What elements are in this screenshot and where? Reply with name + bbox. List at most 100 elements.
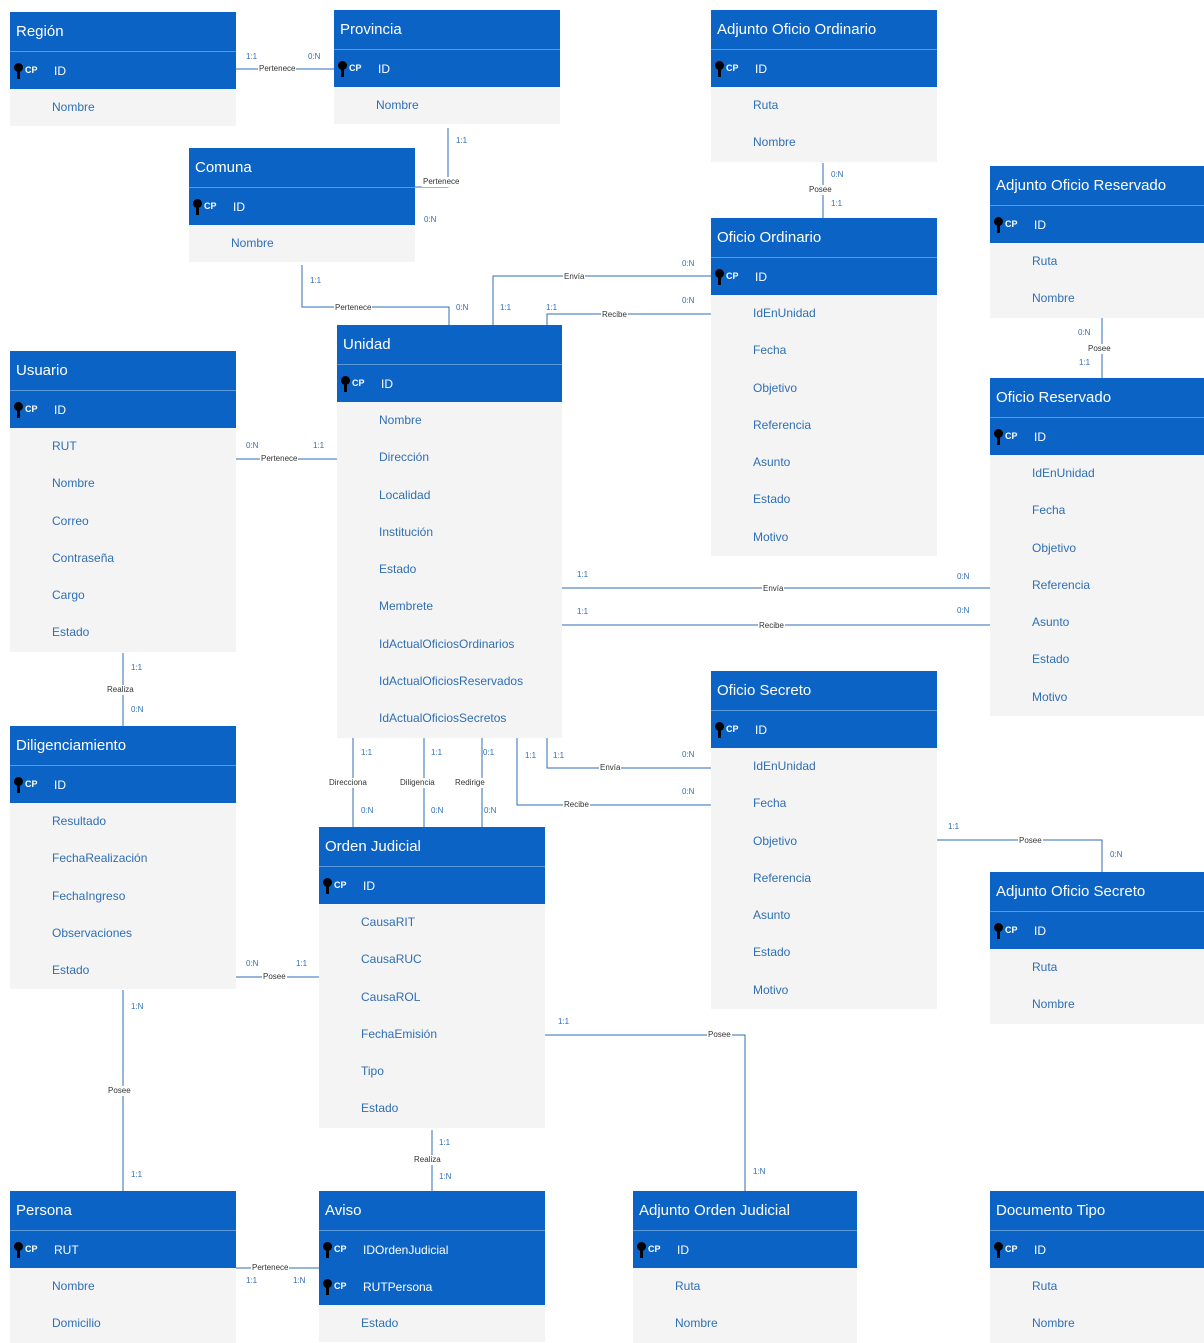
cardinality: 1:1 <box>296 959 308 968</box>
key-icon: CP <box>14 776 40 793</box>
relationship-label: Direcciona <box>328 778 368 788</box>
entity-persona[interactable]: Persona CP RUT Nombre Domicilio <box>10 1191 236 1343</box>
cardinality: 1:1 <box>831 199 843 208</box>
primary-key-row: CP ID <box>990 912 1204 949</box>
relationship-line <box>545 1034 746 1191</box>
primary-key-name: ID <box>363 878 375 893</box>
entity-title: Comuna <box>189 148 415 188</box>
cardinality: 1:1 <box>577 607 589 616</box>
cardinality: 0:N <box>682 787 695 796</box>
cardinality: 0:N <box>424 215 437 224</box>
cardinality: 1:1 <box>1079 358 1091 367</box>
attribute: Nombre <box>10 1268 236 1306</box>
entity-title: Persona <box>10 1191 236 1231</box>
primary-key-row: CP ID <box>189 188 415 225</box>
key-icon: CP <box>323 877 349 894</box>
entity-unidad[interactable]: Unidad CP ID Nombre Dirección Localidad Instit… <box>337 325 562 738</box>
entity-comuna[interactable]: Comuna CP ID Nombre <box>189 148 415 263</box>
relationship-label: Posee <box>1087 344 1112 354</box>
key-icon: CP <box>338 60 364 77</box>
entity-title: Adjunto Oficio Reservado <box>990 166 1204 206</box>
attribute: Correo <box>10 502 236 540</box>
entity-doc-tipo[interactable]: Documento Tipo CP ID Ruta Nombre <box>990 1191 1204 1343</box>
attribute: Nombre <box>990 986 1204 1024</box>
key-icon: CP <box>14 62 40 79</box>
cardinality: 0:N <box>682 750 695 759</box>
relationship-label: Posee <box>707 1030 732 1040</box>
entity-orden[interactable]: Orden Judicial CP ID CausaRIT CausaRUC CausaR… <box>319 827 545 1128</box>
attribute: Ruta <box>711 87 937 125</box>
attribute: Estado <box>711 934 937 972</box>
pk-tag: CP <box>25 403 38 414</box>
attribute: Asunto <box>711 897 937 935</box>
cardinality: 0:N <box>308 52 321 61</box>
pk-tag: CP <box>334 1280 347 1291</box>
cardinality: 1:1 <box>131 1170 143 1179</box>
entity-of-res[interactable]: Oficio Reservado CP ID IdEnUnidad Fecha Objet… <box>990 378 1204 717</box>
pk-tag: CP <box>1005 1243 1018 1254</box>
primary-key-name: RUTPersona <box>363 1279 433 1294</box>
cardinality: 0:N <box>957 572 970 581</box>
pk-tag: CP <box>334 879 347 890</box>
attribute: IdEnUnidad <box>711 748 937 786</box>
entity-title: Adjunto Oficio Ordinario <box>711 10 937 50</box>
pk-tag: CP <box>204 200 217 211</box>
attribute: Tipo <box>319 1053 545 1091</box>
attribute: IdEnUnidad <box>990 455 1204 493</box>
primary-key-row: CP ID <box>990 206 1204 243</box>
entity-adj-orden[interactable]: Adjunto Orden Judicial CP ID Ruta Nombre <box>633 1191 857 1343</box>
relationship-label: Realiza <box>106 685 135 695</box>
primary-key-row: CP ID <box>319 867 545 904</box>
primary-key-name: ID <box>54 777 66 792</box>
entity-aviso[interactable]: Aviso CP IDOrdenJudicial CP RUTPersona Estado <box>319 1191 545 1343</box>
key-icon: CP <box>994 428 1020 445</box>
relationship-label: Posee <box>107 1086 132 1096</box>
attribute: IdActualOficiosOrdinarios <box>337 625 562 664</box>
attribute: FechaIngreso <box>10 877 236 915</box>
entity-title: Región <box>10 12 236 52</box>
primary-key-name: ID <box>677 1242 689 1257</box>
pk-tag: CP <box>1005 924 1018 935</box>
entity-adj-sec[interactable]: Adjunto Oficio Secreto CP ID Ruta Nombre <box>990 872 1204 1024</box>
entity-title: Adjunto Orden Judicial <box>633 1191 857 1231</box>
attribute: Nombre <box>189 225 415 263</box>
attribute: Motivo <box>990 678 1204 717</box>
cardinality: 1:1 <box>546 303 558 312</box>
entity-dilig[interactable]: Diligenciamiento CP ID Resultado FechaRealiz… <box>10 726 236 990</box>
attribute: Institución <box>337 513 562 552</box>
entity-adj-res[interactable]: Adjunto Oficio Reservado CP ID Ruta Nombre <box>990 166 1204 318</box>
primary-key-name: IDOrdenJudicial <box>363 1242 449 1257</box>
relationship-label: Recibe <box>758 621 785 631</box>
key-icon: CP <box>341 375 367 392</box>
entity-adj-ord[interactable]: Adjunto Oficio Ordinario CP ID Ruta Nombre <box>711 10 937 162</box>
attribute: Estado <box>319 1090 545 1128</box>
cardinality: 0:N <box>957 606 970 615</box>
primary-key-name: ID <box>54 402 66 417</box>
attribute: FechaEmisión <box>319 1015 545 1054</box>
cardinality: 0:N <box>1078 328 1091 337</box>
entity-of-sec[interactable]: Oficio Secreto CP ID IdEnUnidad Fecha Objetiv… <box>711 671 937 1010</box>
primary-key-name: RUT <box>54 1242 79 1257</box>
key-icon: CP <box>14 401 40 418</box>
entity-title: Unidad <box>337 325 562 365</box>
pk-tag: CP <box>349 62 362 73</box>
pk-tag: CP <box>25 64 38 75</box>
primary-key-name: ID <box>755 61 767 76</box>
attribute: Referencia <box>711 859 937 898</box>
primary-key-row: CP ID <box>633 1231 857 1268</box>
attribute: Contraseña <box>10 539 236 578</box>
cardinality: 1:N <box>753 1167 766 1176</box>
entity-usuario[interactable]: Usuario CP ID RUT Nombre Correo Contraseña Carg… <box>10 351 236 652</box>
cardinality: 1:1 <box>246 1276 258 1285</box>
cardinality: 0:1 <box>483 748 495 757</box>
entity-region[interactable]: Región CP ID Nombre <box>10 12 236 127</box>
entity-of-ord[interactable]: Oficio Ordinario CP ID IdEnUnidad Fecha Objet… <box>711 218 937 557</box>
primary-key-row: CP ID <box>10 766 236 803</box>
pk-tag: CP <box>25 1243 38 1254</box>
relationship-label: Posee <box>808 185 833 195</box>
primary-key-row: CP ID <box>337 365 562 402</box>
cardinality: 1:N <box>439 1172 452 1181</box>
attribute: Nombre <box>633 1305 857 1343</box>
cardinality: 0:N <box>1110 850 1123 859</box>
entity-provincia[interactable]: Provincia CP ID Nombre <box>334 10 560 125</box>
